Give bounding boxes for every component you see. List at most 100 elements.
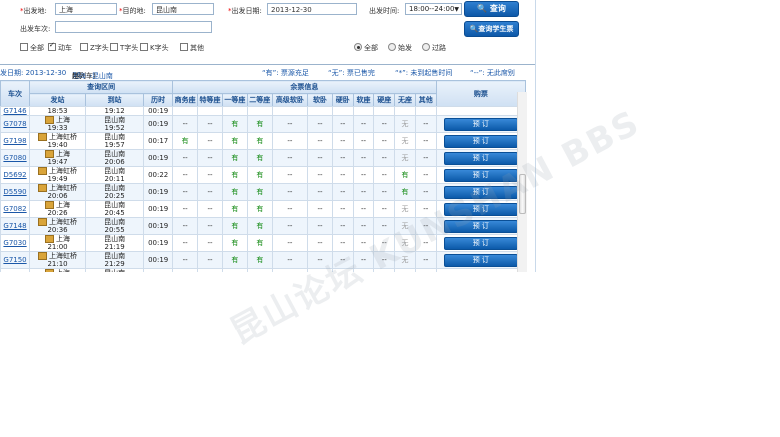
train-no-link[interactable]: G7080 bbox=[3, 154, 26, 162]
date-label: *出发日期: bbox=[228, 7, 262, 15]
station-radio-passing[interactable]: 过路 bbox=[422, 43, 446, 53]
train-no-link[interactable]: G7150 bbox=[3, 256, 26, 264]
train-no-cell: D5692 bbox=[0, 166, 31, 184]
date-input[interactable]: 2013-12-30 bbox=[267, 3, 357, 15]
seat-cell: -- bbox=[414, 166, 437, 184]
seat-cell: -- bbox=[172, 217, 199, 235]
table-row: D5692 上海虹桥 19:49 昆山南 20:11 00:22 -- -- 有有 -- -- -- -… bbox=[0, 166, 527, 184]
arrive-station: 昆山南 bbox=[104, 235, 126, 243]
depart-time: 20:36 bbox=[47, 226, 68, 234]
depart-cell: 上海 21:00 bbox=[29, 234, 87, 252]
seat-cell: -- bbox=[172, 149, 199, 167]
train-no-input[interactable] bbox=[55, 21, 212, 33]
header-seat-col: 一等座 bbox=[221, 93, 248, 107]
seat-cell: -- bbox=[197, 166, 223, 184]
depart-cell: 上海 19:47 bbox=[29, 149, 87, 167]
seat-cell bbox=[246, 268, 273, 272]
train-no-link[interactable]: G7078 bbox=[3, 120, 26, 128]
table-row-partial: G7146 18:53 19:12 00:19 bbox=[0, 106, 527, 116]
train-no-link[interactable]: G7198 bbox=[3, 137, 26, 145]
seat-cell: -- bbox=[172, 251, 199, 269]
arrive-cell: 昆山南 19:57 bbox=[85, 132, 145, 150]
station-radio-origin[interactable]: 始发 bbox=[388, 43, 412, 53]
table-row-partial: 上海 昆山南 bbox=[0, 268, 527, 272]
train-no-link[interactable]: G7030 bbox=[3, 239, 26, 247]
train-no-link[interactable]: G7146 bbox=[3, 107, 26, 115]
train-no-link[interactable]: G7082 bbox=[3, 205, 26, 213]
depart-station: 上海虹桥 bbox=[49, 218, 78, 226]
seat-cell: -- bbox=[373, 149, 396, 167]
seat-cell: -- bbox=[352, 115, 375, 133]
seat-cell bbox=[197, 268, 223, 272]
train-no-link[interactable]: D5590 bbox=[3, 188, 26, 196]
train-no-cell: G7030 bbox=[0, 234, 31, 252]
arrive-cell: 昆山南 20:25 bbox=[85, 183, 145, 201]
checkbox-icon bbox=[20, 43, 28, 51]
seat-cell: -- bbox=[373, 200, 396, 218]
train-no-link[interactable]: G7148 bbox=[3, 222, 26, 230]
seat-cell: -- bbox=[414, 132, 437, 150]
seat-cell: -- bbox=[271, 115, 309, 133]
seat-cell: -- bbox=[172, 166, 199, 184]
train-type-icon bbox=[38, 133, 48, 141]
query-button[interactable]: 🔍 查询 bbox=[464, 1, 519, 17]
legend-notyet: “*”: 未到起售时间 bbox=[395, 69, 453, 77]
arrive-time: 20:45 bbox=[104, 209, 125, 217]
arrive-cell: 昆山南 20:06 bbox=[85, 149, 145, 167]
seat-cell: -- bbox=[271, 132, 309, 150]
arrive-station: 昆山南 bbox=[104, 201, 126, 209]
time-select[interactable]: 18:00--24:00 ▼ bbox=[405, 3, 462, 15]
train-type-icon bbox=[38, 184, 48, 192]
type-checkbox-t[interactable]: T字头 bbox=[110, 43, 138, 53]
result-summary-bar: 发日期: 2013-12-30 上海→昆山南 (共 16 趟列车) “有”: 票… bbox=[0, 64, 535, 80]
seat-cell bbox=[197, 106, 223, 116]
header-seat-col: 软卧 bbox=[307, 93, 333, 107]
depart-cell: 上海虹桥 20:06 bbox=[29, 183, 87, 201]
depart-station: 上海虹桥 bbox=[49, 133, 78, 141]
depart-cell: 上海 19:33 bbox=[29, 115, 87, 133]
duration-cell: 00:19 bbox=[143, 217, 174, 235]
seat-cell bbox=[331, 106, 354, 116]
seat-cell: -- bbox=[197, 200, 223, 218]
book-button[interactable]: 预 订 bbox=[443, 253, 518, 267]
type-checkbox-k[interactable]: K字头 bbox=[140, 43, 169, 53]
train-no-cell: G7080 bbox=[0, 149, 31, 167]
train-no-link[interactable]: D5692 bbox=[3, 171, 26, 179]
duration-cell: 00:19 bbox=[143, 115, 174, 133]
seat-cell: -- bbox=[172, 234, 199, 252]
radio-icon bbox=[388, 43, 396, 51]
seat-cell: -- bbox=[197, 115, 223, 133]
type-checkbox-z[interactable]: Z字头 bbox=[80, 43, 109, 53]
seat-cell: -- bbox=[271, 200, 309, 218]
arrive-cell: 昆山南 20:45 bbox=[85, 200, 145, 218]
station-radio-all[interactable]: 全部 bbox=[354, 43, 378, 53]
student-ticket-button[interactable]: 🔍查询学生票 bbox=[464, 21, 519, 37]
table-row: G7198 上海虹桥 19:40 昆山南 19:57 00:17 有 -- 有有 -- -- -- --… bbox=[0, 132, 527, 150]
depart-cell: 上海虹桥 19:49 bbox=[29, 166, 87, 184]
type-label: 全部 bbox=[30, 44, 44, 52]
arrive-station: 昆山南 bbox=[104, 184, 126, 192]
seat-cell: -- bbox=[172, 200, 199, 218]
header-seat-col: 其他 bbox=[414, 93, 437, 107]
book-button[interactable]: 预 订 bbox=[443, 134, 518, 148]
result-table-header: 车次 查询区间 余票信息 购票 发站 到站 历时 商务座 特等座 一等座 二等座 高级软… bbox=[0, 80, 527, 107]
book-button[interactable]: 预 订 bbox=[443, 117, 518, 131]
arrive-station: 昆山南 bbox=[104, 150, 126, 158]
legend-available: “有”: 票源充足 bbox=[262, 69, 309, 77]
type-checkbox-other[interactable]: 其他 bbox=[180, 43, 204, 53]
type-checkbox-all[interactable]: 全部 bbox=[20, 43, 44, 53]
header-remaining-tickets: 余票信息 bbox=[172, 80, 437, 94]
seat-cell bbox=[172, 268, 199, 272]
seat-cell: 有 bbox=[246, 183, 273, 201]
to-station-input[interactable]: 昆山南 bbox=[152, 3, 214, 15]
type-label: Z字头 bbox=[90, 44, 109, 52]
arrive-time: 20:25 bbox=[104, 192, 125, 200]
query-date-text: 发日期: 2013-12-30 bbox=[0, 69, 67, 77]
seat-cell: -- bbox=[271, 217, 309, 235]
seat-cell: -- bbox=[352, 149, 375, 167]
from-station-input[interactable]: 上海 bbox=[55, 3, 117, 15]
seat-cell: -- bbox=[331, 132, 354, 150]
seat-cell: -- bbox=[197, 234, 223, 252]
type-checkbox-emu[interactable]: 动车 bbox=[48, 41, 72, 53]
seat-cell bbox=[394, 106, 416, 116]
